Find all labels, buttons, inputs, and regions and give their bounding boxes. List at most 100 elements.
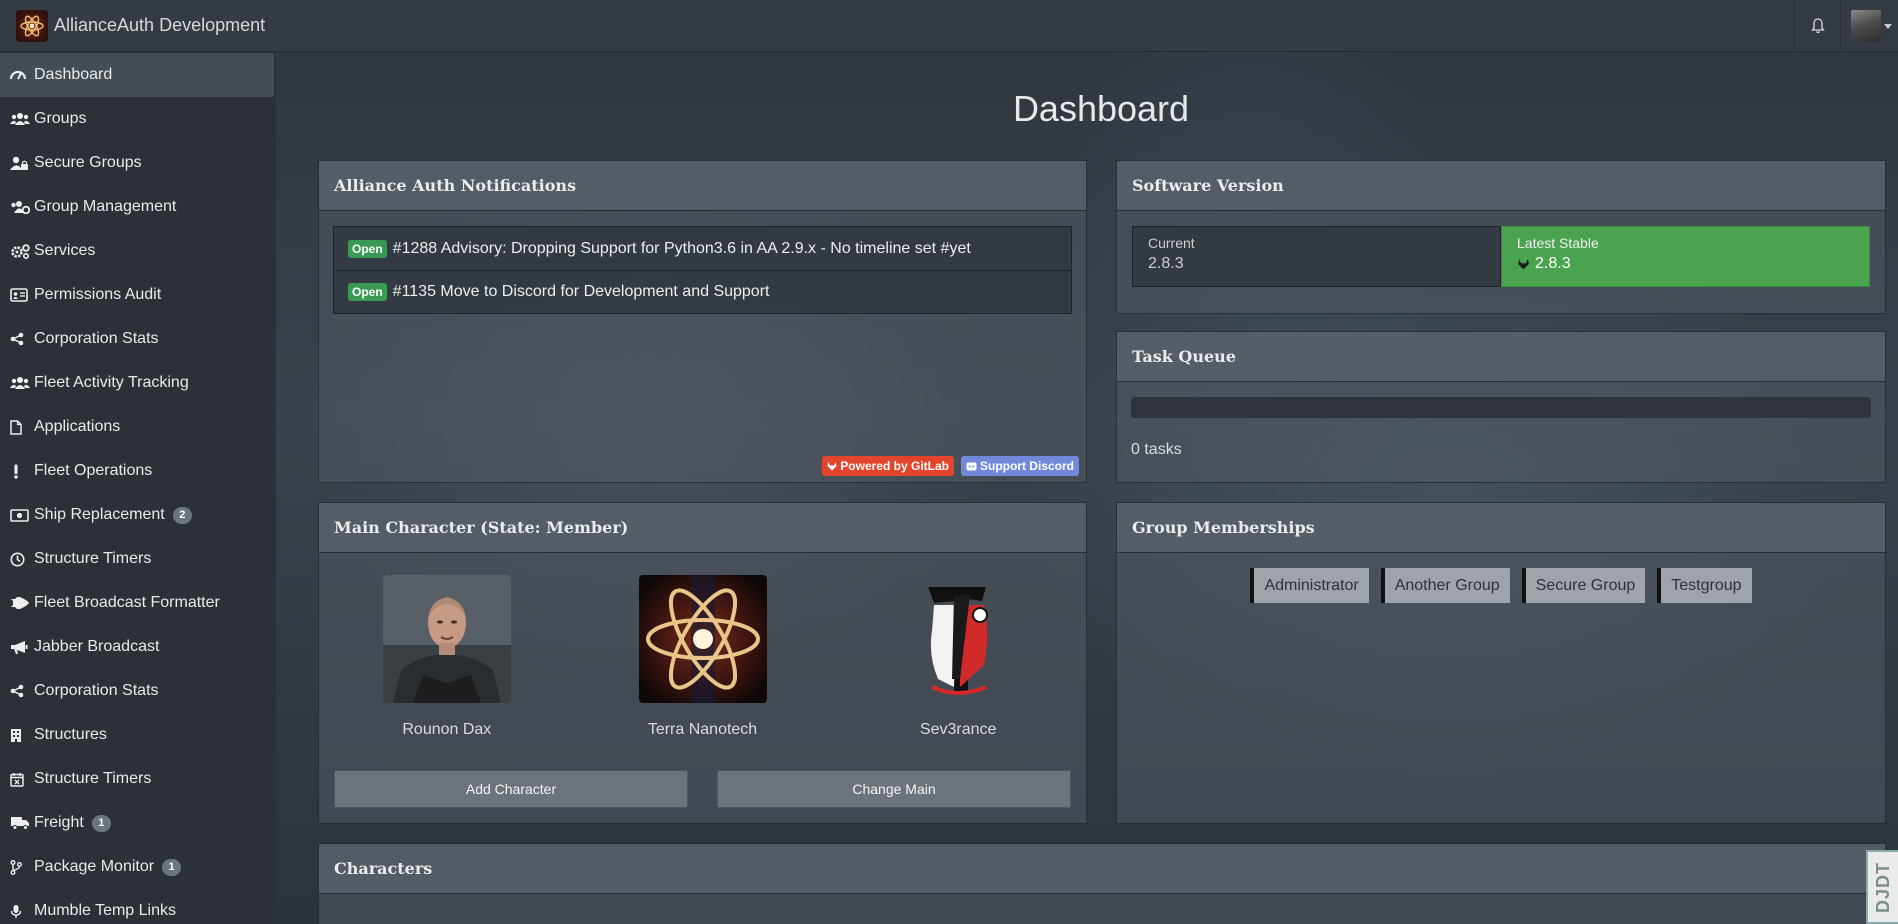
sidebar-item-structure-timers-2[interactable]: Structure Timers (0, 757, 276, 801)
latest-version[interactable]: Latest Stable 2.8.3 (1501, 226, 1870, 287)
alliance-image (894, 575, 1022, 703)
code-branch-icon (10, 859, 34, 875)
sidebar-item-structures[interactable]: Structures (0, 713, 276, 757)
group-tag[interactable]: Testgroup (1657, 568, 1752, 603)
gitlab-label: Powered by GitLab (840, 459, 949, 473)
status-badge: Open (348, 239, 387, 258)
characters-panel: Characters (318, 843, 1886, 924)
current-version-label: Current (1148, 235, 1195, 251)
sidebar-item-ship-replacement[interactable]: Ship Replacement 2 (0, 493, 276, 537)
users-icon (10, 376, 34, 390)
sidebar-item-label: Structure Timers (34, 770, 152, 787)
group-list: Administrator Another Group Secure Group… (1117, 568, 1885, 603)
task-queue-heading: Task Queue (1117, 332, 1885, 382)
chevron-down-icon (1884, 23, 1892, 29)
notifications-panel: Alliance Auth Notifications Open #1288 A… (318, 160, 1087, 483)
sidebar-item-freight[interactable]: Freight 1 (0, 801, 276, 845)
avatar (1851, 10, 1881, 42)
group-tag[interactable]: Secure Group (1521, 568, 1646, 603)
main-character-heading: Main Character (State: Member) (319, 503, 1086, 553)
sidebar-item-label: Structures (34, 726, 107, 743)
count-badge: 1 (91, 814, 111, 832)
debug-toolbar-handle[interactable]: DJDT (1866, 850, 1898, 924)
discord-link[interactable]: Support Discord (960, 456, 1079, 476)
sidebar-item-label: Dashboard (34, 66, 113, 83)
share-icon (10, 684, 34, 698)
sidebar-item-fleet-activity-tracking[interactable]: Fleet Activity Tracking (0, 361, 276, 405)
alliance-logo: Sev3rance (830, 575, 1086, 739)
group-tag[interactable]: Administrator (1250, 568, 1369, 603)
notification-text: #1288 Advisory: Dropping Support for Pyt… (392, 239, 971, 257)
sidebar-item-label: Jabber Broadcast (34, 638, 160, 655)
sidebar-item-corporation-stats-2[interactable]: Corporation Stats (0, 669, 276, 713)
sidebar-item-label: Corporation Stats (34, 682, 159, 699)
atom-logo-icon (16, 9, 48, 42)
sidebar-item-corporation-stats[interactable]: Corporation Stats (0, 317, 276, 361)
space-shuttle-icon (10, 596, 34, 610)
sidebar-item-label: Permissions Audit (34, 286, 162, 303)
sidebar-item-label: Ship Replacement (34, 506, 165, 523)
app-title: AllianceAuth Development (54, 15, 266, 35)
group-memberships-heading: Group Memberships (1117, 503, 1885, 553)
sidebar-item-label: Package Monitor (34, 858, 155, 875)
clock-icon (10, 552, 34, 567)
sidebar-item-services[interactable]: Services (0, 229, 276, 273)
notifications-bell-icon[interactable] (1794, 0, 1840, 52)
sidebar-item-label: Fleet Broadcast Formatter (34, 594, 220, 611)
gitlab-link[interactable]: Powered by GitLab (822, 456, 954, 476)
notification-item[interactable]: Open #1288 Advisory: Dropping Support fo… (334, 227, 1071, 270)
corporation-image (638, 575, 767, 703)
notification-text: #1135 Move to Discord for Development an… (392, 283, 770, 300)
add-character-button[interactable]: Add Character (334, 770, 688, 808)
change-main-button[interactable]: Change Main (717, 770, 1071, 808)
notification-item[interactable]: Open #1135 Move to Discord for Developme… (334, 270, 1071, 313)
cogs-icon (10, 243, 34, 259)
current-version-value: 2.8.3 (1148, 255, 1184, 272)
sidebar: Dashboard Groups Secure Groups Group Man… (0, 53, 276, 924)
sidebar-item-secure-groups[interactable]: Secure Groups (0, 141, 276, 185)
software-version-heading: Software Version (1117, 161, 1885, 211)
group-tag[interactable]: Another Group (1380, 568, 1510, 603)
sidebar-item-jabber-broadcast[interactable]: Jabber Broadcast (0, 625, 276, 669)
sidebar-item-fleet-operations[interactable]: Fleet Operations (0, 449, 276, 493)
user-lock-icon (10, 156, 34, 171)
sidebar-item-label: Fleet Operations (34, 462, 153, 479)
sidebar-item-label: Structure Timers (34, 550, 152, 567)
sidebar-item-fleet-broadcast-formatter[interactable]: Fleet Broadcast Formatter (0, 581, 276, 625)
task-count: 0 tasks (1131, 441, 1182, 458)
brand[interactable]: AllianceAuth Development (16, 9, 266, 42)
debug-toolbar-label: DJDT (1872, 861, 1893, 913)
microphone-icon (10, 904, 34, 919)
alliance-name: Sev3rance (919, 721, 997, 738)
latest-version-value: 2.8.3 (1535, 255, 1571, 272)
sidebar-item-groups[interactable]: Groups (0, 97, 276, 141)
sidebar-item-package-monitor[interactable]: Package Monitor 1 (0, 845, 276, 889)
discord-label: Support Discord (979, 459, 1074, 473)
sidebar-item-label: Freight (34, 814, 84, 831)
status-badge: Open (348, 283, 387, 301)
building-icon (10, 728, 34, 743)
sidebar-item-applications[interactable]: Applications (0, 405, 276, 449)
notifications-list: Open #1288 Advisory: Dropping Support fo… (333, 226, 1072, 314)
exclamation-icon (10, 464, 34, 479)
gitlab-icon (827, 462, 837, 471)
sidebar-item-label: Group Management (34, 198, 177, 215)
main-character-panel: Main Character (State: Member) Rounon Da… (318, 502, 1087, 824)
calendar-icon (10, 772, 34, 787)
sidebar-item-structure-timers[interactable]: Structure Timers (0, 537, 276, 581)
users-icon (10, 112, 34, 126)
sidebar-item-mumble-temp-links[interactable]: Mumble Temp Links (0, 889, 276, 924)
sidebar-item-dashboard[interactable]: Dashboard (0, 53, 274, 97)
count-badge: 2 (172, 506, 192, 524)
bullhorn-icon (10, 640, 34, 655)
id-card-icon (10, 288, 34, 302)
character-image (382, 575, 511, 703)
sidebar-item-group-management[interactable]: Group Management (0, 185, 276, 229)
notifications-heading: Alliance Auth Notifications (319, 161, 1086, 211)
current-version: Current 2.8.3 (1132, 226, 1501, 287)
software-version-panel: Software Version Current 2.8.3 Latest St… (1116, 160, 1886, 314)
sidebar-item-label: Services (34, 242, 96, 259)
user-menu[interactable] (1840, 0, 1898, 52)
sidebar-item-label: Groups (34, 110, 87, 127)
sidebar-item-permissions-audit[interactable]: Permissions Audit (0, 273, 276, 317)
